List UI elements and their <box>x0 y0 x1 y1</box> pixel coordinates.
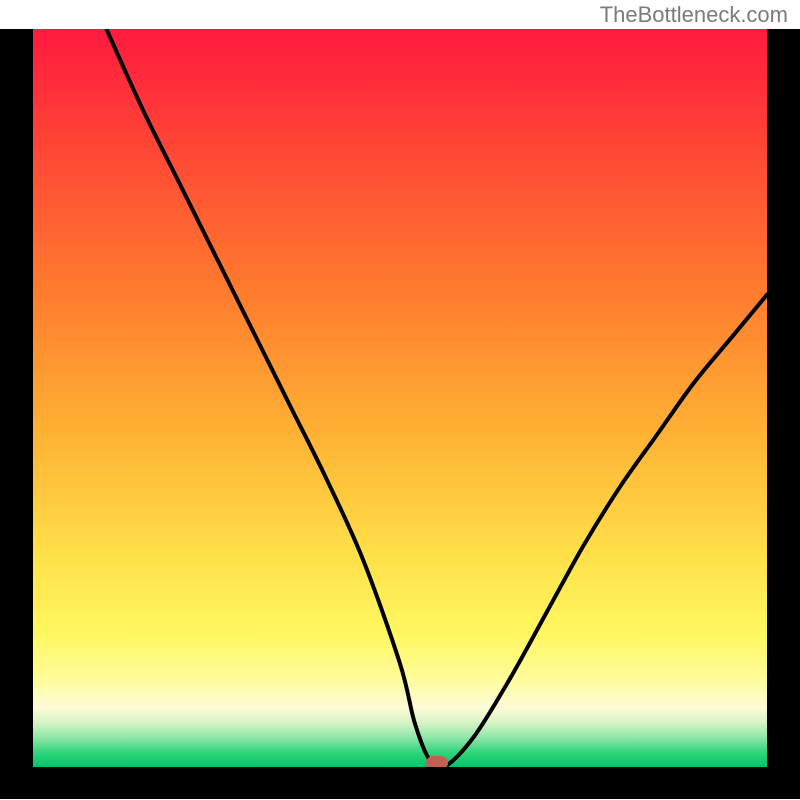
attribution-label: TheBottleneck.com <box>600 2 788 28</box>
bottleneck-curve <box>33 29 767 767</box>
plot-area-outer <box>0 29 800 799</box>
plot-area <box>33 29 767 767</box>
optimal-point-marker <box>426 756 448 767</box>
chart-frame: TheBottleneck.com <box>0 0 800 800</box>
